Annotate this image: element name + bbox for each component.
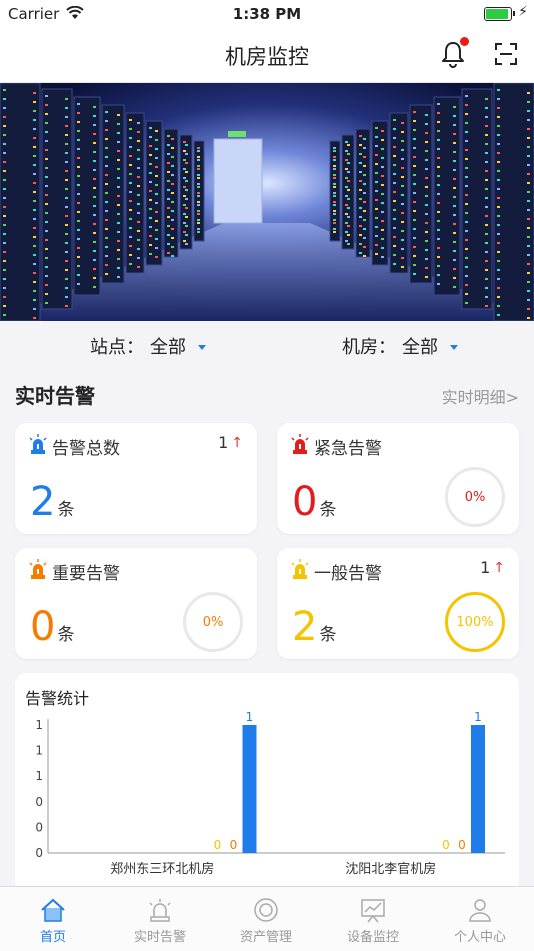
x-tick-label: 沈阳北李官机房 [345,861,436,877]
card-unit: 条 [319,500,337,520]
site-filter[interactable]: 站点： 全部 [90,333,206,359]
nav-bar: 机房监控 [0,28,534,83]
card-count: 1 ↑ [480,558,505,577]
battery-icon [484,7,512,21]
card-title: 一般告警 [314,564,382,584]
site-filter-label: 站点： [90,337,144,358]
general-alarm-card[interactable]: 一般告警 1 ↑ 2条 100% [277,548,519,659]
scan-button[interactable] [494,42,520,68]
card-unit: 条 [57,625,75,645]
percent-label: 0% [202,614,224,630]
room-filter[interactable]: 机房： 全部 [342,333,458,359]
tab-label: 个人中心 [453,930,506,945]
card-value: 0 [292,479,318,525]
bar [471,725,485,853]
caret-down-icon [198,344,206,350]
tab-bar: 首页 实时告警 资产管理 设备监控 个人中心 [0,886,534,951]
total-alarm-card[interactable]: 告警总数 1 ↑ 2条 [15,423,257,534]
important-alarm-card[interactable]: 重要告警 0条 0% [15,548,257,659]
x-tick-label: 郑州东三环北机房 [110,861,214,877]
card-value: 2 [292,604,318,650]
realtime-detail-link[interactable]: 实时明细> [442,384,519,408]
tab-label: 设备监控 [346,930,399,945]
alarm-statistics-chart: 0001110 01郑州东三环北机房0 01沈阳北李官机房 [35,710,505,877]
monitor-icon [361,899,385,923]
bar-value-label: 1 [474,710,482,724]
room-filter-value: 全部 [402,337,438,358]
percent-ring: 0% [445,467,505,527]
card-title: 重要告警 [52,564,120,584]
card-count: 1 ↑ [218,433,243,452]
y-tick-label: 1 [35,718,43,732]
card-value-wrap: 2条 [30,480,74,532]
alarm-icon [149,899,171,922]
card-value-wrap: 0条 [292,480,336,532]
alarm-light-icon [29,559,47,579]
alarm-light-icon [29,434,47,454]
site-filter-value: 全部 [150,337,186,358]
arrow-up-icon: ↑ [231,434,243,451]
scan-icon [495,43,517,65]
tab-label: 实时告警 [133,930,186,945]
caret-down-icon [450,344,458,350]
charging-icon: ⚡ [518,4,528,20]
bar-value-label: 0 [230,838,238,852]
alarm-light-icon [291,559,309,579]
y-tick-label: 0 [35,795,43,809]
home-icon [41,898,65,922]
realtime-alarm-header: 实时告警 实时明细> [15,380,519,410]
server-room-banner [0,83,534,321]
status-bar: Carrier 1:38 PM ⚡ [0,0,534,28]
percent-ring: 100% [445,592,505,652]
tab-home[interactable]: 首页 [0,887,106,951]
alarm-light-icon [291,434,309,454]
y-tick-label: 0 [35,846,43,860]
card-unit: 条 [57,500,75,520]
percent-label: 0% [464,489,486,505]
card-title: 紧急告警 [314,439,382,459]
card-value-wrap: 2条 [292,605,336,657]
bar [242,725,257,853]
card-count-value: 1 [218,433,229,452]
y-tick-label: 0 [35,820,43,834]
card-value: 0 [30,604,56,650]
filter-bar: 站点： 全部 机房： 全部 [0,321,534,371]
tab-realtime-alarm[interactable]: 实时告警 [107,887,213,951]
card-count-value: 1 [480,558,491,577]
card-value: 2 [30,479,56,525]
bar-value-label: 0 [214,838,222,852]
notification-button[interactable] [440,37,469,70]
card-value-wrap: 0条 [30,605,74,657]
urgent-alarm-card[interactable]: 紧急告警 0条 0% [277,423,519,534]
notification-badge [460,37,469,46]
percent-label: 100% [456,614,494,630]
section-title: 实时告警 [15,384,95,408]
percent-ring: 0% [183,592,243,652]
bar-value-label: 0 [458,838,466,852]
asset-icon [254,898,278,922]
person-icon [469,899,491,922]
alarm-statistics-card: 告警统计 0 0 0 1 1 1 0 0 1 郑州东三环北机房 0 0 1 沈阳北李官机房 [15,673,519,893]
bar-value-label: 1 [246,710,254,724]
tab-personal-center[interactable]: 个人中心 [427,887,533,951]
wifi-icon [66,6,84,19]
bar-value-label: 0 [442,838,450,852]
tab-label: 首页 [39,930,66,945]
tab-asset-management[interactable]: 资产管理 [213,887,319,951]
room-filter-label: 机房： [342,337,396,358]
card-unit: 条 [319,625,337,645]
carrier-label: Carrier [8,5,60,23]
y-tick-label: 1 [35,744,43,758]
tab-label: 资产管理 [239,930,292,945]
card-title: 告警总数 [52,439,120,459]
arrow-up-icon: ↑ [493,559,505,576]
tab-device-monitor[interactable]: 设备监控 [320,887,426,951]
y-tick-label: 1 [35,769,43,783]
